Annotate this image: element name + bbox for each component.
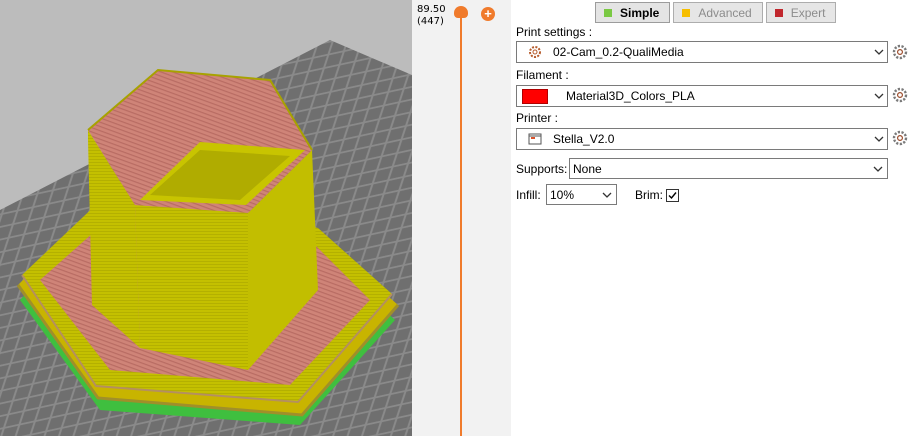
advanced-color-icon [682, 8, 691, 17]
printer-gear-icon[interactable] [892, 130, 908, 146]
infill-label: Infill: [516, 188, 541, 202]
filament-gear-icon[interactable] [892, 87, 908, 103]
mode-tabs: Simple Advanced Expert [595, 2, 837, 23]
infill-select[interactable]: 10% [546, 184, 617, 205]
printer-value: Stella_V2.0 [553, 132, 615, 146]
tab-simple[interactable]: Simple [595, 2, 671, 23]
brim-checkbox[interactable] [666, 189, 679, 202]
tab-simple-label: Simple [620, 5, 660, 20]
expert-color-icon [774, 8, 783, 17]
chevron-down-icon [602, 192, 612, 198]
filament-color-swatch [522, 88, 548, 104]
print-settings-value: 02-Cam_0.2-QualiMedia [553, 45, 684, 59]
printer-label: Printer : [516, 111, 559, 125]
layer-slider[interactable]: 89.50 (447) + [412, 0, 511, 436]
infill-value: 10% [550, 187, 575, 202]
layer-height-value: 89.50 [417, 4, 446, 15]
slider-track[interactable] [460, 12, 462, 436]
simple-color-icon [604, 8, 612, 17]
print-settings-gear-icon[interactable] [892, 44, 908, 60]
chevron-down-icon [874, 93, 884, 99]
chevron-down-icon [874, 136, 884, 142]
filament-value: Material3D_Colors_PLA [566, 89, 695, 103]
3d-preview-viewport[interactable] [0, 0, 412, 436]
tab-expert-label: Expert [790, 5, 826, 20]
printer-select[interactable]: Stella_V2.0 [516, 128, 888, 150]
settings-panel: Simple Advanced Expert Print settings : … [511, 0, 914, 436]
brim-label: Brim: [635, 188, 663, 202]
supports-value: None [573, 161, 602, 176]
filament-label: Filament : [516, 68, 569, 82]
supports-label: Supports: [516, 162, 568, 176]
tower-front-face [135, 205, 248, 370]
supports-select[interactable]: None [569, 158, 888, 179]
tab-advanced[interactable]: Advanced [673, 2, 763, 23]
slider-thumb[interactable] [454, 6, 468, 18]
layer-number-value: (447) [417, 16, 444, 27]
layer-readout: 89.50 (447) [417, 4, 446, 28]
tab-advanced-label: Advanced [698, 5, 752, 20]
filament-select[interactable]: Material3D_Colors_PLA [516, 85, 888, 107]
gear-cog-icon [523, 45, 547, 59]
chevron-down-icon [874, 49, 884, 55]
plus-icon[interactable]: + [481, 7, 495, 21]
checkmark-icon [668, 192, 677, 200]
sliced-model-preview [0, 40, 412, 436]
tab-expert[interactable]: Expert [765, 2, 837, 23]
print-settings-select[interactable]: 02-Cam_0.2-QualiMedia [516, 41, 888, 63]
printer-icon [523, 132, 547, 146]
chevron-down-icon [873, 166, 883, 172]
print-settings-label: Print settings : [516, 25, 593, 39]
